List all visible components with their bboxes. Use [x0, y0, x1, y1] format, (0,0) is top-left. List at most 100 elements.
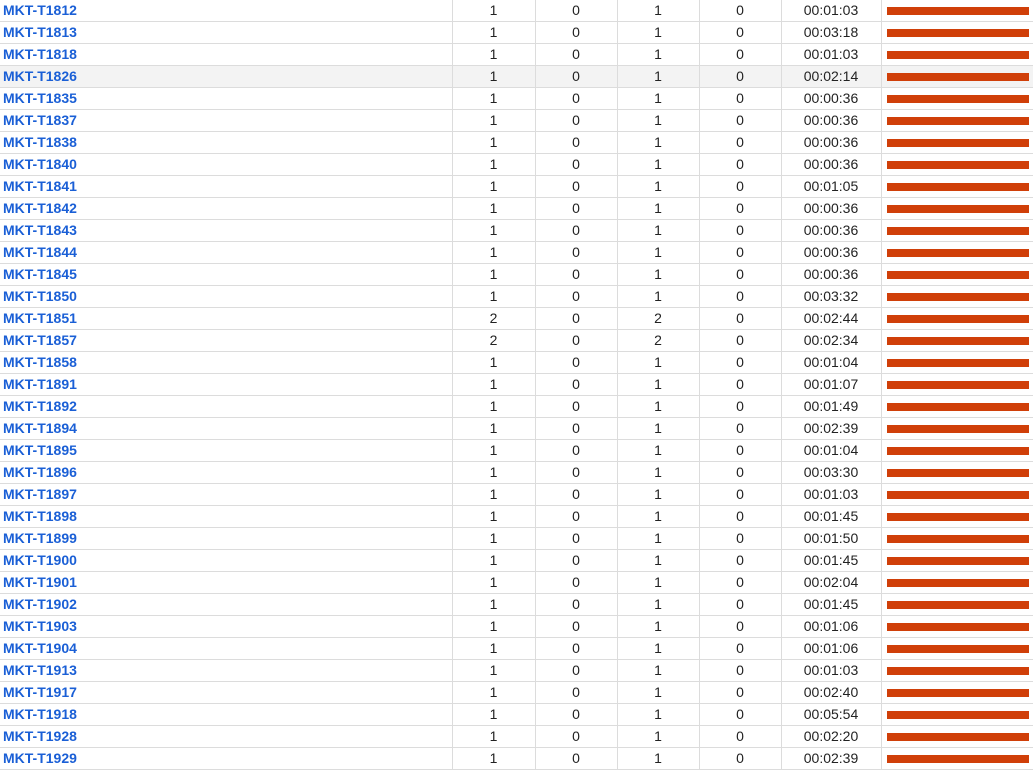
test-key-link[interactable]: MKT-T1895: [3, 442, 77, 458]
test-key-link[interactable]: MKT-T1835: [3, 90, 77, 106]
test-key-link[interactable]: MKT-T1892: [3, 398, 77, 414]
count-cell-2: 0: [535, 549, 618, 572]
count-cell-1: 1: [452, 197, 536, 220]
count-cell-3: 2: [617, 329, 700, 352]
test-key-link[interactable]: MKT-T1903: [3, 618, 77, 634]
count-cell-2: 0: [535, 109, 618, 132]
count-cell-4: 0: [699, 659, 782, 682]
test-key-link[interactable]: MKT-T1902: [3, 596, 77, 612]
table-row: MKT-T1837 1 0 1 0 00:00:36: [0, 109, 1033, 132]
test-key-link[interactable]: MKT-T1904: [3, 640, 77, 656]
count-cell-1: 1: [452, 373, 536, 396]
test-key-link[interactable]: MKT-T1917: [3, 684, 77, 700]
test-key-link[interactable]: MKT-T1857: [3, 332, 77, 348]
count-cell-1: 1: [452, 571, 536, 594]
progress-cell: [881, 263, 1033, 286]
test-key-link[interactable]: MKT-T1897: [3, 486, 77, 502]
test-key-link[interactable]: MKT-T1928: [3, 728, 77, 744]
progress-bar: [886, 358, 1029, 367]
duration-cell: 00:02:14: [781, 65, 882, 88]
table-row: MKT-T1903 1 0 1 0 00:01:06: [0, 615, 1033, 638]
progress-bar: [886, 688, 1029, 697]
test-key-link[interactable]: MKT-T1898: [3, 508, 77, 524]
test-key-cell: MKT-T1837: [0, 109, 453, 132]
test-key-link[interactable]: MKT-T1850: [3, 288, 77, 304]
duration-cell: 00:02:39: [781, 417, 882, 440]
test-key-cell: MKT-T1896: [0, 461, 453, 484]
count-cell-2: 0: [535, 373, 618, 396]
count-cell-1: 1: [452, 65, 536, 88]
progress-cell: [881, 637, 1033, 660]
count-cell-3: 1: [617, 285, 700, 308]
count-cell-1: 1: [452, 747, 536, 770]
progress-bar-fill: [886, 50, 1029, 59]
progress-bar: [886, 204, 1029, 213]
table-row: MKT-T1850 1 0 1 0 00:03:32: [0, 285, 1033, 308]
progress-bar: [886, 292, 1029, 301]
table-row: MKT-T1841 1 0 1 0 00:01:05: [0, 175, 1033, 198]
test-key-link[interactable]: MKT-T1851: [3, 310, 77, 326]
count-cell-4: 0: [699, 395, 782, 418]
count-cell-3: 1: [617, 593, 700, 616]
count-cell-2: 0: [535, 307, 618, 330]
progress-bar: [886, 622, 1029, 631]
test-key-link[interactable]: MKT-T1901: [3, 574, 77, 590]
count-cell-3: 1: [617, 219, 700, 242]
progress-bar-fill: [886, 402, 1029, 411]
test-key-link[interactable]: MKT-T1844: [3, 244, 77, 260]
test-key-link[interactable]: MKT-T1837: [3, 112, 77, 128]
test-key-cell: MKT-T1902: [0, 593, 453, 616]
count-cell-3: 2: [617, 307, 700, 330]
test-key-link[interactable]: MKT-T1913: [3, 662, 77, 678]
progress-bar-fill: [886, 270, 1029, 279]
test-key-cell: MKT-T1841: [0, 175, 453, 198]
count-cell-4: 0: [699, 725, 782, 748]
count-cell-1: 1: [452, 43, 536, 66]
progress-bar-fill: [886, 6, 1029, 15]
table-row: MKT-T1835 1 0 1 0 00:00:36: [0, 87, 1033, 110]
test-key-cell: MKT-T1835: [0, 87, 453, 110]
progress-bar-fill: [886, 72, 1029, 81]
test-key-link[interactable]: MKT-T1900: [3, 552, 77, 568]
test-key-cell: MKT-T1838: [0, 131, 453, 154]
test-key-link[interactable]: MKT-T1845: [3, 266, 77, 282]
test-key-cell: MKT-T1818: [0, 43, 453, 66]
test-key-link[interactable]: MKT-T1899: [3, 530, 77, 546]
count-cell-2: 0: [535, 439, 618, 462]
test-key-link[interactable]: MKT-T1813: [3, 24, 77, 40]
test-key-cell: MKT-T1858: [0, 351, 453, 374]
count-cell-1: 2: [452, 307, 536, 330]
count-cell-4: 0: [699, 131, 782, 154]
count-cell-4: 0: [699, 505, 782, 528]
table-row: MKT-T1891 1 0 1 0 00:01:07: [0, 373, 1033, 396]
table-row: MKT-T1843 1 0 1 0 00:00:36: [0, 219, 1033, 242]
progress-bar: [886, 336, 1029, 345]
test-key-link[interactable]: MKT-T1838: [3, 134, 77, 150]
test-key-link[interactable]: MKT-T1842: [3, 200, 77, 216]
test-key-link[interactable]: MKT-T1826: [3, 68, 77, 84]
test-key-cell: MKT-T1812: [0, 0, 453, 22]
table-row: MKT-T1918 1 0 1 0 00:05:54: [0, 703, 1033, 726]
count-cell-4: 0: [699, 571, 782, 594]
test-key-link[interactable]: MKT-T1818: [3, 46, 77, 62]
test-key-link[interactable]: MKT-T1918: [3, 706, 77, 722]
test-key-link[interactable]: MKT-T1929: [3, 750, 77, 766]
test-key-link[interactable]: MKT-T1858: [3, 354, 77, 370]
count-cell-1: 1: [452, 219, 536, 242]
count-cell-4: 0: [699, 637, 782, 660]
test-key-link[interactable]: MKT-T1841: [3, 178, 77, 194]
test-key-link[interactable]: MKT-T1840: [3, 156, 77, 172]
test-key-link[interactable]: MKT-T1894: [3, 420, 77, 436]
test-key-link[interactable]: MKT-T1843: [3, 222, 77, 238]
test-key-cell: MKT-T1898: [0, 505, 453, 528]
table-row: MKT-T1838 1 0 1 0 00:00:36: [0, 131, 1033, 154]
table-row: MKT-T1844 1 0 1 0 00:00:36: [0, 241, 1033, 264]
test-key-link[interactable]: MKT-T1812: [3, 2, 77, 18]
test-key-link[interactable]: MKT-T1891: [3, 376, 77, 392]
test-results-table: MKT-T1812 1 0 1 0 00:01:03 MKT-T1813 1 0…: [0, 0, 1033, 770]
count-cell-3: 1: [617, 747, 700, 770]
count-cell-1: 1: [452, 439, 536, 462]
progress-bar-fill: [886, 754, 1029, 763]
test-key-link[interactable]: MKT-T1896: [3, 464, 77, 480]
count-cell-4: 0: [699, 175, 782, 198]
